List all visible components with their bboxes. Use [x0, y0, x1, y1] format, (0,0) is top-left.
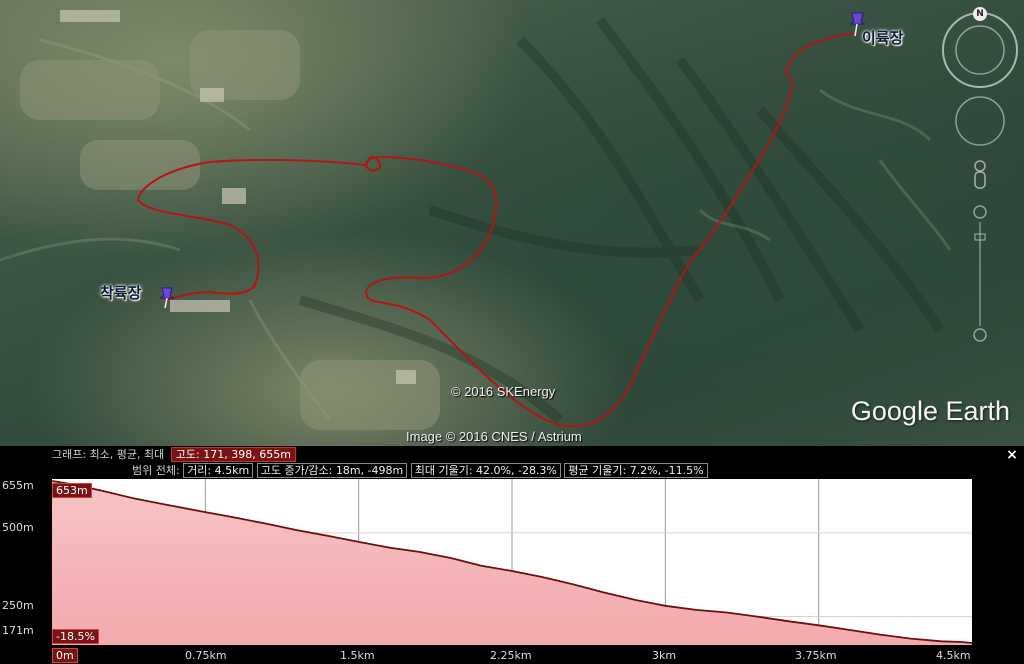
zoom-slider[interactable] [973, 205, 987, 342]
max-slope-stat[interactable]: 최대 기울기: 42.0%, -28.3% [410, 463, 561, 478]
elevation-chart[interactable] [52, 479, 972, 645]
compass-north-label[interactable]: N [975, 8, 985, 20]
x-tick-label: 4.5km [936, 649, 971, 662]
navigation-controls [942, 7, 1018, 342]
close-profile-button[interactable]: × [1005, 447, 1019, 463]
y-tick-label: 250m [2, 599, 34, 612]
y-tick-label: 171m [2, 624, 34, 637]
distance-stat[interactable]: 거리: 4.5km [183, 463, 254, 478]
range-summary-row: 범위 전체: 거리: 4.5km 고도 증가/감소: 18m, -498m 최대… [132, 462, 708, 478]
y-tick-label: 500m [2, 521, 34, 534]
graph-summary-row: 그래프: 최소, 평균, 최대 고도: 171, 398, 655m [52, 446, 296, 462]
x-tick-label: 2.25km [490, 649, 532, 662]
cursor-elevation-badge: 653m [52, 483, 92, 498]
graph-summary-label: 그래프: 최소, 평균, 최대 [52, 448, 165, 461]
range-label: 범위 전체: [132, 464, 180, 477]
x-tick-label: 1.5km [340, 649, 375, 662]
elevation-summary-value[interactable]: 고도: 171, 398, 655m [170, 447, 296, 462]
x-tick-label: 3.75km [795, 649, 837, 662]
avg-slope-stat[interactable]: 평균 기울기: 7.2%, -11.5% [564, 463, 708, 478]
x-tick-label: 0.75km [185, 649, 227, 662]
y-tick-label: 655m [2, 479, 34, 492]
elevation-profile-panel: × 그래프: 최소, 평균, 최대 고도: 171, 398, 655m 범위 … [0, 446, 1024, 664]
elevation-change-stat[interactable]: 고도 증가/감소: 18m, -498m [256, 463, 408, 478]
street-view-pegman-icon[interactable] [974, 160, 986, 189]
x-tick-label: 0m [52, 648, 78, 663]
x-tick-label: 3km [652, 649, 677, 662]
look-joystick-icon[interactable] [955, 96, 1005, 146]
cursor-slope-badge: -18.5% [52, 629, 99, 644]
satellite-map-view[interactable]: 착륙장 이륙장 © 2016 SKEnergy Image © 2016 CNE… [0, 0, 1024, 446]
